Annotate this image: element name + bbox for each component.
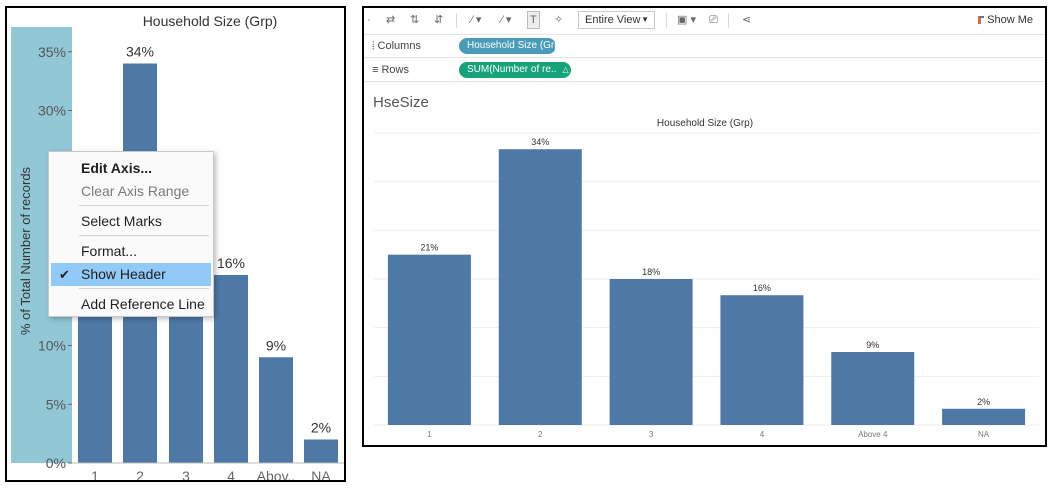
left-header-title[interactable]: Household Size (Grp) <box>143 13 278 29</box>
chart-title[interactable]: Household Size (Grp) <box>657 118 753 129</box>
category-label[interactable]: NA <box>978 430 990 439</box>
y-tick-label: 0% <box>46 455 66 471</box>
bar-value-label: 2% <box>977 397 990 407</box>
menu-item-add-reference-line[interactable]: Add Reference Line <box>49 293 213 316</box>
bar[interactable] <box>387 254 471 425</box>
bar[interactable] <box>498 149 582 425</box>
bar-value-label: 16% <box>753 283 771 293</box>
menu-separator <box>79 288 209 289</box>
left-bar[interactable] <box>259 357 293 463</box>
category-label[interactable]: Above 4 <box>858 430 888 439</box>
bar[interactable] <box>609 279 693 425</box>
bar-chart: Household Size (Grp) 21% 1 34% 2 18% 3 16% 4 9% A… <box>374 118 1039 439</box>
x-category-label: 4 <box>227 468 235 482</box>
left-bar-value-label: 34% <box>126 44 154 60</box>
x-category-label: 1 <box>91 468 99 482</box>
checkmark-icon: ✔ <box>59 267 70 282</box>
x-category-label: Abov.. <box>257 468 296 482</box>
left-bar[interactable] <box>214 275 248 463</box>
left-bar[interactable] <box>304 439 338 464</box>
context-menu: Edit Axis... Clear Axis Range Select Mar… <box>48 151 214 317</box>
tableau-worksheet-panel: · ⇄ ⇅ ⇵ ∕ ▾ ⁄ ▾ T ✧ Entire View ▼ ▣ ▾ ⎚ … <box>362 6 1047 447</box>
category-label[interactable]: 4 <box>760 430 765 439</box>
bar-value-label: 21% <box>420 243 438 253</box>
x-category-label: 3 <box>182 468 190 482</box>
menu-item-format[interactable]: Format... <box>49 240 213 263</box>
x-category-label: 2 <box>136 468 144 482</box>
menu-item-clear-axis-range: Clear Axis Range <box>81 183 190 199</box>
x-category-label: NA <box>311 468 331 482</box>
bar-value-label: 18% <box>642 267 660 277</box>
left-bar-value-label: 16% <box>217 255 245 271</box>
y-tick-label: 5% <box>46 396 66 412</box>
category-label[interactable]: 1 <box>427 430 432 439</box>
menu-item-show-header[interactable]: ✔ Show Header <box>51 263 211 286</box>
y-tick-label: 10% <box>38 338 66 354</box>
category-label[interactable]: 2 <box>538 430 543 439</box>
bar[interactable] <box>720 295 804 425</box>
menu-separator <box>79 235 209 236</box>
bar-value-label: 34% <box>531 137 549 147</box>
menu-separator <box>79 205 209 206</box>
menu-item-show-header-label: Show Header <box>81 266 166 282</box>
y-tick-label: 30% <box>38 103 66 119</box>
menu-item-edit-axis[interactable]: Edit Axis... <box>49 157 213 180</box>
y-axis-title: % of Total Number of records <box>18 166 33 335</box>
category-label[interactable]: 3 <box>649 430 654 439</box>
bar[interactable] <box>942 408 1026 425</box>
bar-value-label: 9% <box>866 340 879 350</box>
menu-item-select-marks[interactable]: Select Marks <box>49 210 213 233</box>
left-bar-value-label: 2% <box>311 420 331 436</box>
left-bar-value-label: 9% <box>266 337 286 353</box>
left-chart-panel: Household Size (Grp) % of Total Number o… <box>5 6 346 482</box>
bar[interactable] <box>831 352 915 425</box>
y-tick-label: 35% <box>38 44 66 60</box>
